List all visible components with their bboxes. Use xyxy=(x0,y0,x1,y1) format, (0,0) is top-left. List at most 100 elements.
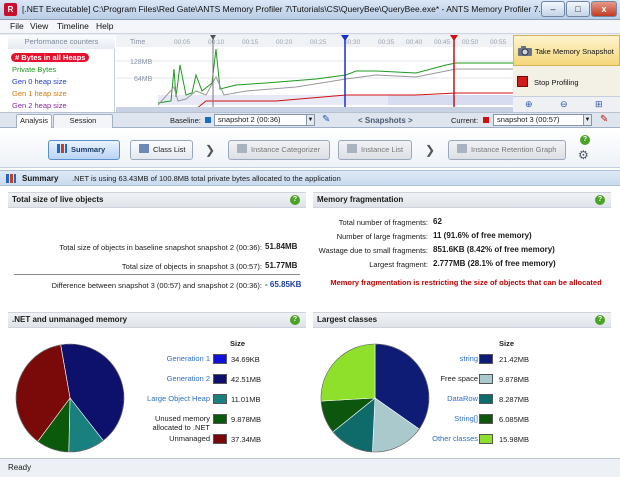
help-icon[interactable]: ? xyxy=(290,315,300,325)
wastage-value: 851.6KB (8.42% of free memory) xyxy=(433,245,555,254)
tab-analysis[interactable]: Analysis xyxy=(16,114,52,128)
counters-header: Performance counters xyxy=(8,35,115,49)
class-list-icon xyxy=(139,144,149,153)
tick-label: 00:30 xyxy=(344,39,361,46)
large-fragments-label: Number of large fragments: xyxy=(336,232,428,241)
classes-legend-size: 21.42MB xyxy=(499,355,530,364)
status-bar: Ready xyxy=(0,458,620,477)
crumb-summary[interactable]: Summary xyxy=(48,140,120,160)
large-fragments-value: 11 (91.6% of free memory) xyxy=(433,231,532,240)
menu-file[interactable]: File xyxy=(10,21,24,31)
crumb-instance-categorizer[interactable]: Instance Categorizer xyxy=(228,140,330,160)
baseline-size-label: Total size of objects in baseline snapsh… xyxy=(59,243,262,252)
net-legend-name[interactable]: Generation 2 xyxy=(167,374,210,383)
snapshots-nav[interactable]: < Snapshots > xyxy=(358,116,413,125)
baseline-select[interactable]: snapshot 2 (00:36) xyxy=(214,114,307,126)
edit-baseline-icon[interactable]: ✎ xyxy=(322,114,330,125)
tick-label: 00:20 xyxy=(276,39,293,46)
largest-fragment-label: Largest fragment: xyxy=(369,260,428,269)
tick-label: 00:10 xyxy=(208,39,225,46)
crumb-instance-retention-graph[interactable]: Instance Retention Graph xyxy=(448,140,566,160)
net-legend-size: 42.51MB xyxy=(231,375,262,384)
classes-legend-name[interactable]: Other classes xyxy=(432,434,478,443)
take-snapshot-button[interactable]: Take Memory Snapshot xyxy=(513,35,620,66)
baseline-size-value: 51.84MB xyxy=(265,242,298,251)
tick-64mb: 64MB xyxy=(134,76,153,83)
close-button[interactable]: x xyxy=(591,1,617,17)
zoom-fit-icon[interactable]: ⊞ xyxy=(595,99,603,110)
net-legend-name[interactable]: Large Object Heap xyxy=(147,394,210,403)
net-legend-name[interactable]: Generation 1 xyxy=(167,354,210,363)
help-icon[interactable]: ? xyxy=(595,315,605,325)
classes-legend-size: 8.287MB xyxy=(499,395,530,404)
help-icon[interactable]: ? xyxy=(595,195,605,205)
fragment-count-value: 62 xyxy=(433,217,442,226)
classes-legend-name[interactable]: DataRow xyxy=(447,394,478,403)
chevron-right-icon: ❯ xyxy=(205,143,216,157)
counter-bytes-all-heaps[interactable]: # Bytes in all Heaps xyxy=(11,53,90,62)
minimize-button[interactable]: – xyxy=(541,1,565,17)
crumb-instance-list[interactable]: Instance List xyxy=(338,140,412,160)
net-unmanaged-title: .NET and unmanaged memory xyxy=(8,312,306,328)
help-icon[interactable]: ? xyxy=(290,195,300,205)
classes-legend-size: 6.085MB xyxy=(499,415,530,424)
classes-legend-swatch xyxy=(479,374,493,384)
net-legend-name: Unused memory allocated to .NET xyxy=(152,414,210,432)
counter-gen1[interactable]: Gen 1 heap size xyxy=(12,89,67,98)
menu-help[interactable]: Help xyxy=(96,21,113,31)
net-size-header: Size xyxy=(230,339,246,348)
maximize-button[interactable]: □ xyxy=(566,1,590,17)
menu-timeline[interactable]: Timeline xyxy=(57,21,89,31)
counter-gen0[interactable]: Gen 0 heap size xyxy=(12,77,67,86)
crumb-class-list[interactable]: Class List xyxy=(130,140,193,160)
stop-profiling-button[interactable]: Stop Profiling xyxy=(513,67,620,95)
stop-profiling-label: Stop Profiling xyxy=(534,78,579,87)
zoom-in-icon[interactable]: ⊕ xyxy=(525,99,533,110)
counter-gen2[interactable]: Gen 2 heap size xyxy=(12,101,67,110)
net-legend-swatch xyxy=(213,394,227,404)
timeline-svg[interactable]: Time 00:05 00:10 00:15 00:20 00:25 00:30… xyxy=(116,35,513,112)
profiler-actions: Take Memory Snapshot Stop Profiling ⊕ ⊖ … xyxy=(513,35,620,112)
edit-current-icon[interactable]: ✎ xyxy=(600,114,608,125)
instance-list-icon xyxy=(347,144,357,153)
chevron-right-icon: ❯ xyxy=(425,143,436,157)
tab-session-overview[interactable]: Session Overview xyxy=(53,114,113,137)
largest-classes-title: Largest classes xyxy=(313,312,611,328)
crumb-instance-list-label: Instance List xyxy=(361,145,404,154)
net-legend-size: 9.878MB xyxy=(231,415,262,424)
menu-view[interactable]: View xyxy=(30,21,48,31)
current-dropdown-icon[interactable]: ▼ xyxy=(583,114,592,126)
net-legend-size: 34.69KB xyxy=(231,355,260,364)
fragmentation-title: Memory fragmentation xyxy=(313,192,611,208)
baseline-dropdown-icon[interactable]: ▼ xyxy=(306,114,315,126)
settings-icon[interactable]: ⚙ xyxy=(578,148,589,162)
live-objects-panel: Total size of live objects ? Total size … xyxy=(8,192,306,307)
net-legend-swatch xyxy=(213,374,227,384)
net-legend-swatch xyxy=(213,354,227,364)
tick-label: 00:25 xyxy=(310,39,327,46)
zoom-out-icon[interactable]: ⊖ xyxy=(560,99,568,110)
tick-label: 00:15 xyxy=(242,39,259,46)
current-select[interactable]: snapshot 3 (00:57) xyxy=(493,114,584,126)
timeline-graph[interactable]: Time 00:05 00:10 00:15 00:20 00:25 00:30… xyxy=(116,35,513,112)
divider xyxy=(14,274,300,275)
classes-legend-name[interactable]: String[] xyxy=(454,414,478,423)
classes-legend-swatch xyxy=(479,434,493,444)
live-objects-title: Total size of live objects xyxy=(8,192,306,208)
classes-legend-name[interactable]: string xyxy=(460,354,478,363)
window-title: [.NET Executable] C:\Program Files\Red G… xyxy=(22,4,546,14)
difference-label: Difference between snapshot 3 (00:57) an… xyxy=(51,281,262,290)
difference-value: - 65.85KB xyxy=(265,280,302,289)
help-icon[interactable]: ? xyxy=(580,135,590,145)
tick-label: 00:50 xyxy=(462,39,479,46)
breadcrumb: Summary Class List ❯ Instance Categorize… xyxy=(0,128,620,168)
crumb-instance-retention-graph-label: Instance Retention Graph xyxy=(471,145,557,154)
classes-legend-size: 15.98MB xyxy=(499,435,530,444)
current-marker-icon xyxy=(483,117,489,123)
crumb-summary-label: Summary xyxy=(71,145,106,154)
net-legend-size: 11.01MB xyxy=(231,395,261,404)
counter-private-bytes[interactable]: Private Bytes xyxy=(12,65,56,74)
summary-text: .NET is using 63.43MB of 100.8MB total p… xyxy=(72,174,341,183)
classes-size-header: Size xyxy=(499,339,515,348)
largest-fragment-value: 2.777MB (28.1% of free memory) xyxy=(433,259,556,268)
